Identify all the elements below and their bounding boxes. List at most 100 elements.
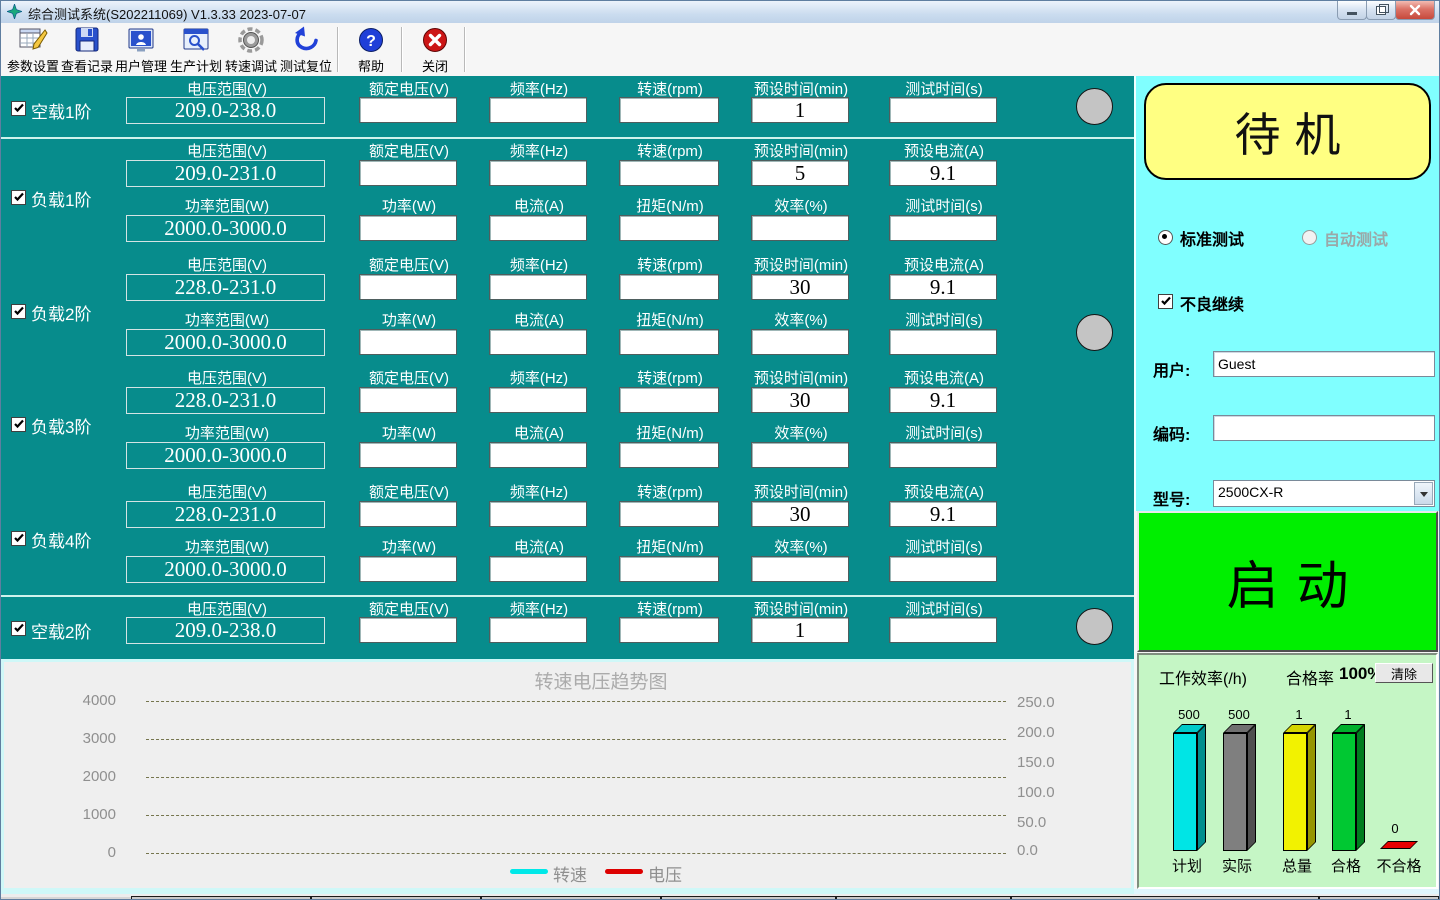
field-input[interactable] (359, 501, 457, 527)
toolbar-label: 用户管理 (115, 56, 167, 75)
radio-standard-test[interactable] (1158, 230, 1173, 245)
field-input[interactable] (751, 329, 849, 355)
field-input[interactable] (619, 387, 719, 413)
range-display: 209.0-238.0 (126, 97, 325, 124)
field-input[interactable] (359, 274, 457, 300)
radio-auto-test[interactable] (1302, 230, 1317, 245)
stage-checkbox[interactable] (11, 304, 26, 319)
field-input[interactable] (359, 329, 457, 355)
field-input[interactable] (751, 556, 849, 582)
field-input[interactable] (489, 215, 587, 241)
stage-checkbox[interactable] (11, 621, 26, 636)
field-label: 电流(A) (469, 309, 609, 326)
toolbar-help-button[interactable]: ? 帮助 (343, 25, 399, 75)
user-input[interactable] (1213, 351, 1435, 377)
field-input[interactable] (489, 160, 587, 186)
stage-checkbox[interactable] (11, 531, 26, 546)
field-input[interactable] (751, 387, 849, 413)
field-input[interactable] (359, 442, 457, 468)
range-display: 2000.0-3000.0 (126, 556, 325, 583)
field-input[interactable] (489, 501, 587, 527)
field-input[interactable] (619, 274, 719, 300)
field-input[interactable] (489, 387, 587, 413)
clear-button[interactable]: 清除 (1375, 663, 1433, 683)
records-icon (72, 25, 102, 55)
field-input[interactable] (889, 329, 997, 355)
field-input[interactable] (619, 160, 719, 186)
field-label: 预设时间(min) (731, 140, 871, 157)
stage-checkbox[interactable] (11, 190, 26, 205)
field-input[interactable] (619, 442, 719, 468)
field-input[interactable] (359, 215, 457, 241)
gridline (146, 815, 1006, 816)
toolbar-records-button[interactable]: 查看记录 (59, 25, 115, 75)
model-select[interactable]: 2500CX-R (1213, 480, 1435, 507)
field-input[interactable] (751, 442, 849, 468)
field-input[interactable] (489, 97, 587, 123)
code-input[interactable] (1213, 415, 1435, 441)
field-label: 预设电流(A) (874, 254, 1014, 271)
toolbar-test-reset-button[interactable]: 测试复位 (278, 25, 334, 75)
field-label: 功率(W) (339, 195, 479, 212)
field-label: 预设时间(min) (731, 598, 871, 615)
field-input[interactable] (751, 617, 849, 643)
field-label: 额定电压(V) (339, 140, 479, 157)
stage-checkbox[interactable] (11, 417, 26, 432)
field-input[interactable] (889, 215, 997, 241)
field-input[interactable] (619, 215, 719, 241)
trend-chart-title: 转速电压趋势图 (421, 667, 781, 694)
field-input[interactable] (889, 274, 997, 300)
field-input[interactable] (889, 387, 997, 413)
field-input[interactable] (489, 442, 587, 468)
field-input[interactable] (889, 556, 997, 582)
toolbar-speed-debug-button[interactable]: 转速调试 (223, 25, 279, 75)
user-label: 用户: (1153, 357, 1190, 381)
efficiency-title: 工作效率(/h) (1159, 665, 1247, 689)
field-input[interactable] (751, 160, 849, 186)
field-input[interactable] (751, 215, 849, 241)
radio-standard-test-label: 标准测试 (1180, 226, 1244, 250)
toolbar-close-button[interactable]: 关闭 (407, 25, 463, 75)
start-button[interactable]: 启动 (1137, 511, 1438, 652)
restore-button[interactable] (1366, 1, 1396, 20)
stage-label: 空载1阶 (31, 98, 126, 120)
field-input[interactable] (619, 329, 719, 355)
field-input[interactable] (751, 97, 849, 123)
field-input[interactable] (359, 617, 457, 643)
field-input[interactable] (889, 442, 997, 468)
toolbar-separator (464, 27, 466, 72)
field-input[interactable] (619, 617, 719, 643)
field-input[interactable] (359, 556, 457, 582)
field-input[interactable] (359, 97, 457, 123)
field-label: 电流(A) (469, 422, 609, 439)
continue-on-fail-checkbox[interactable] (1158, 294, 1173, 309)
field-input[interactable] (489, 556, 587, 582)
field-input[interactable] (489, 274, 587, 300)
continue-on-fail-label: 不良继续 (1180, 291, 1244, 315)
bottom-cell (661, 896, 836, 900)
field-input[interactable] (889, 617, 997, 643)
field-input[interactable] (751, 274, 849, 300)
chevron-down-icon[interactable] (1414, 482, 1433, 505)
field-label: 额定电压(V) (339, 481, 479, 498)
toolbar-user-management-button[interactable]: 用户管理 (113, 25, 169, 75)
field-input[interactable] (889, 160, 997, 186)
field-input[interactable] (889, 501, 997, 527)
field-input[interactable] (619, 556, 719, 582)
field-input[interactable] (889, 97, 997, 123)
field-input[interactable] (751, 501, 849, 527)
minimize-button[interactable] (1337, 1, 1367, 20)
field-label: 转速(rpm) (600, 367, 740, 384)
model-label: 型号: (1153, 486, 1190, 510)
close-button[interactable] (1395, 1, 1435, 20)
stage-checkbox[interactable] (11, 101, 26, 116)
field-input[interactable] (619, 501, 719, 527)
field-input[interactable] (489, 329, 587, 355)
toolbar-settings-button[interactable]: 参数设置 (5, 25, 61, 75)
toolbar-production-plan-button[interactable]: 生产计划 (168, 25, 224, 75)
field-input[interactable] (359, 160, 457, 186)
field-input[interactable] (489, 617, 587, 643)
field-input[interactable] (619, 97, 719, 123)
field-input[interactable] (359, 387, 457, 413)
toolbar-label: 参数设置 (7, 56, 59, 75)
